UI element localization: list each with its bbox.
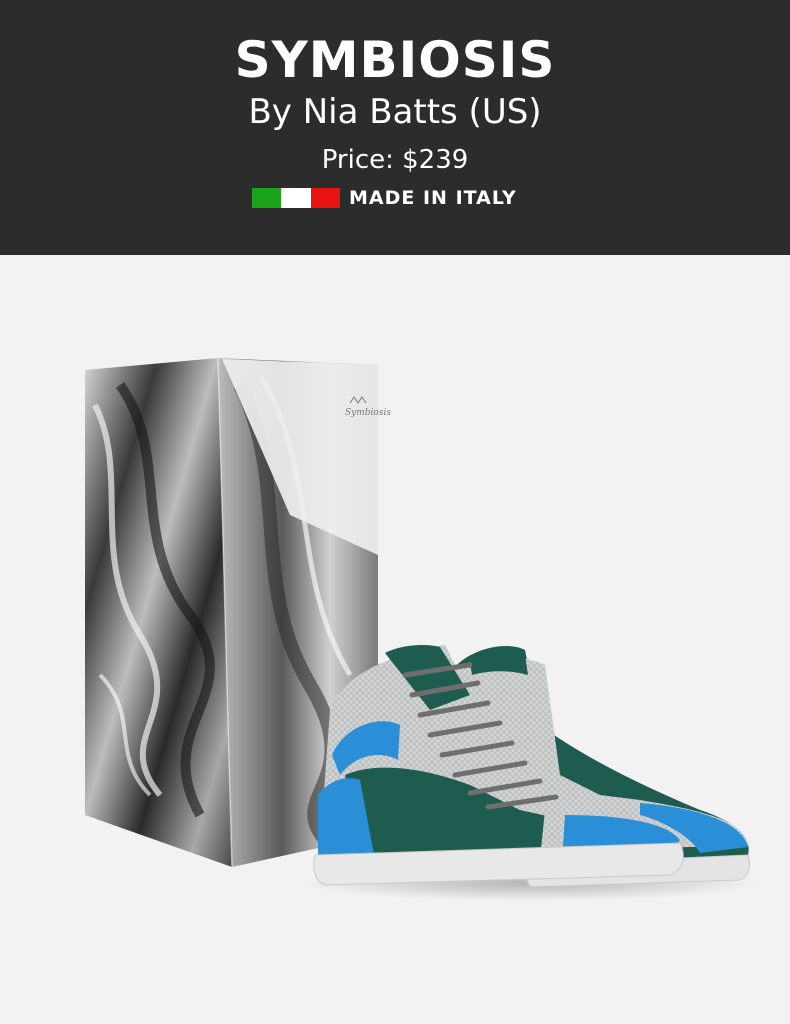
origin-badge: MADE IN ITALY	[252, 187, 517, 209]
origin-label: MADE IN ITALY	[349, 187, 517, 209]
flag-stripe-white	[281, 188, 311, 208]
product-header: SYMBIOSIS By Nia Batts (US) Price: $239 …	[0, 0, 790, 255]
svg-text:Symbiosis: Symbiosis	[345, 408, 391, 418]
flag-stripe-green	[252, 188, 282, 208]
product-image: Symbiosis	[0, 255, 790, 1024]
flag-stripe-red	[310, 188, 340, 208]
italy-flag-icon	[252, 188, 340, 208]
designer-name: By Nia Batts (US)	[248, 92, 542, 132]
product-illustration: Symbiosis	[85, 357, 760, 901]
product-price: Price: $239	[321, 145, 469, 175]
product-title: SYMBIOSIS	[234, 31, 556, 89]
